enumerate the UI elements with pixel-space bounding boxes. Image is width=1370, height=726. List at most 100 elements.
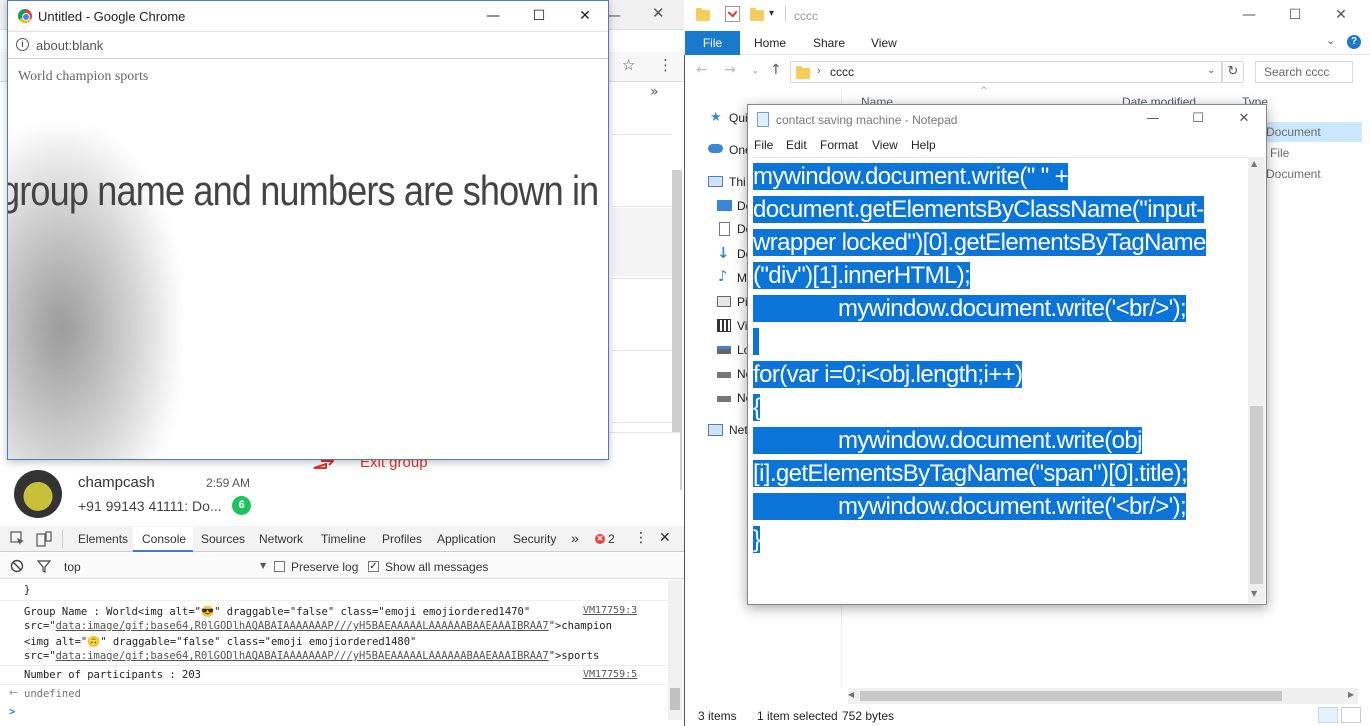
- ribbon-tab-home[interactable]: Home: [754, 36, 786, 50]
- ribbon-tab-share[interactable]: Share: [813, 36, 845, 50]
- new-folder-icon[interactable]: [750, 8, 764, 21]
- context-select[interactable]: top: [64, 560, 81, 574]
- preserve-log-checkbox[interactable]: [274, 561, 285, 572]
- tab-console[interactable]: Console: [142, 532, 186, 546]
- chat-time: 2:59 AM: [206, 476, 251, 490]
- selected-text: ("div")[1].innerHTML);: [753, 262, 971, 289]
- properties-icon[interactable]: [725, 6, 740, 22]
- nav-item-network[interactable]: Net: [729, 423, 748, 437]
- details-view-icon[interactable]: [1318, 707, 1338, 723]
- info-icon[interactable]: i: [16, 38, 29, 51]
- scroll-right-icon[interactable]: ▶: [1348, 690, 1354, 699]
- address-bar[interactable]: [790, 61, 1222, 83]
- code-line: mywindow.document.write('<br/>');: [753, 293, 1187, 325]
- scroll-up-icon[interactable]: ▲: [1251, 159, 1257, 168]
- refresh-icon[interactable]: ↻: [1222, 61, 1244, 83]
- console-line: }: [24, 584, 31, 596]
- device-toolbar-icon[interactable]: [36, 531, 52, 547]
- text-editor[interactable]: mywindow.document.write(" " + document.g…: [753, 157, 1248, 603]
- tab-timeline[interactable]: Timeline: [321, 532, 366, 546]
- forward-icon[interactable]: →: [724, 62, 736, 78]
- error-count[interactable]: 2: [608, 532, 615, 546]
- bookmark-star-icon[interactable]: ☆: [622, 56, 635, 74]
- chrome-menu-icon[interactable]: ⋮: [658, 56, 673, 74]
- menu-edit[interactable]: Edit: [786, 138, 807, 152]
- menu-file[interactable]: File: [754, 138, 773, 152]
- console-line: <img alt="🙃" draggable="false" class="em…: [24, 636, 417, 648]
- vertical-scroll-thumb[interactable]: [1250, 406, 1263, 584]
- breadcrumb[interactable]: cccc: [830, 65, 854, 79]
- address-dropdown-icon[interactable]: ⌄: [1207, 65, 1215, 76]
- tab-profiles[interactable]: Profiles: [382, 532, 422, 546]
- chat-list-item-highlight[interactable]: [612, 208, 672, 276]
- minimize-icon[interactable]: —: [470, 1, 516, 31]
- close-icon[interactable]: ✕: [562, 1, 608, 31]
- download-icon: ↓: [717, 244, 730, 262]
- tab-elements[interactable]: Elements: [78, 532, 128, 546]
- nav-item-music[interactable]: M: [737, 271, 747, 285]
- close-icon[interactable]: ✕: [1221, 105, 1267, 133]
- console-scroll-thumb[interactable]: [670, 688, 680, 710]
- horizontal-scroll-thumb[interactable]: [860, 691, 1282, 701]
- show-all-checkbox[interactable]: ✓: [368, 561, 379, 572]
- window-title: Untitled - Google Chrome: [38, 9, 186, 24]
- search-input[interactable]: Search cccc: [1255, 61, 1353, 83]
- scroll-down-icon[interactable]: ▼: [1251, 589, 1257, 598]
- console-input[interactable]: [24, 704, 664, 722]
- help-icon[interactable]: ?: [1347, 35, 1361, 49]
- close-devtools-icon[interactable]: ✕: [659, 530, 671, 546]
- picture-icon: [717, 296, 731, 307]
- nav-item-this-pc[interactable]: Thi: [729, 175, 746, 189]
- ribbon-tab-view[interactable]: View: [871, 36, 897, 50]
- code-line: mywindow.document.write(obj: [753, 425, 1142, 457]
- selected-text: mywindow.document.write('<br/>');: [753, 493, 1187, 520]
- tab-application[interactable]: Application: [437, 532, 496, 546]
- nav-item-quick-access[interactable]: Qui: [729, 111, 748, 125]
- close-icon[interactable]: ✕: [1318, 0, 1364, 30]
- chevron-down-icon[interactable]: ⌄: [1326, 34, 1335, 47]
- code-line: mywindow.document.write(" " +: [753, 161, 1069, 193]
- maximize-icon[interactable]: ☐: [516, 1, 562, 31]
- quick-access-dropdown-icon[interactable]: ▾: [769, 8, 774, 19]
- preserve-log-label: Preserve log: [291, 560, 359, 574]
- tab-network[interactable]: Network: [259, 532, 303, 546]
- source-link[interactable]: VM17759:3: [583, 605, 637, 616]
- source-link[interactable]: VM17759:5: [583, 669, 637, 680]
- error-icon[interactable]: ✕: [595, 534, 605, 544]
- selected-text: mywindow.document.write('<br/>');: [753, 295, 1187, 322]
- ribbon-tab-file[interactable]: File: [685, 31, 740, 55]
- filter-icon[interactable]: [37, 559, 51, 573]
- disk-icon: [717, 346, 731, 354]
- chevron-down-icon[interactable]: ▼: [260, 561, 266, 570]
- tab-sources[interactable]: Sources: [201, 532, 245, 546]
- menu-format[interactable]: Format: [820, 138, 858, 152]
- large-icons-view-icon[interactable]: [1341, 707, 1361, 723]
- computer-icon: [708, 176, 723, 187]
- minimize-icon[interactable]: —: [1226, 0, 1272, 30]
- scroll-left-icon[interactable]: ◀: [848, 690, 854, 699]
- url-text[interactable]: about:blank: [36, 38, 103, 53]
- drive-icon: [717, 372, 731, 378]
- data-uri-link[interactable]: data:image/gif;base64,R0lGODlhAQABAIAAAA…: [56, 650, 549, 662]
- more-tabs-icon[interactable]: »: [571, 530, 579, 546]
- console-prompt[interactable]: >: [9, 706, 15, 718]
- back-icon[interactable]: ←: [696, 62, 708, 78]
- menu-view[interactable]: View: [872, 138, 898, 152]
- page-content: World champion sports group name and num…: [8, 59, 608, 459]
- maximize-icon[interactable]: ☐: [1175, 105, 1221, 133]
- up-icon[interactable]: ↑: [770, 62, 782, 78]
- drive-icon: [717, 396, 731, 402]
- clear-console-icon[interactable]: [10, 559, 24, 573]
- recent-locations-icon[interactable]: ⌄: [752, 66, 759, 75]
- more-chevron-icon[interactable]: »: [650, 84, 659, 100]
- nav-item-videos[interactable]: Vi: [737, 319, 747, 333]
- devtools-menu-icon[interactable]: ⋮: [634, 530, 648, 546]
- maximize-icon[interactable]: ☐: [1272, 0, 1318, 30]
- data-uri-link[interactable]: data:image/gif;base64,R0lGODlhAQABAIAAAA…: [56, 620, 549, 632]
- close-icon[interactable]: ✕: [652, 4, 665, 22]
- menu-help[interactable]: Help: [911, 138, 936, 152]
- tab-security[interactable]: Security: [513, 532, 556, 546]
- inspect-element-icon[interactable]: [10, 531, 26, 547]
- minimize-icon[interactable]: —: [1130, 105, 1176, 133]
- chrome-popup-window[interactable]: Untitled - Google Chrome — ☐ ✕ i about:b…: [7, 0, 609, 460]
